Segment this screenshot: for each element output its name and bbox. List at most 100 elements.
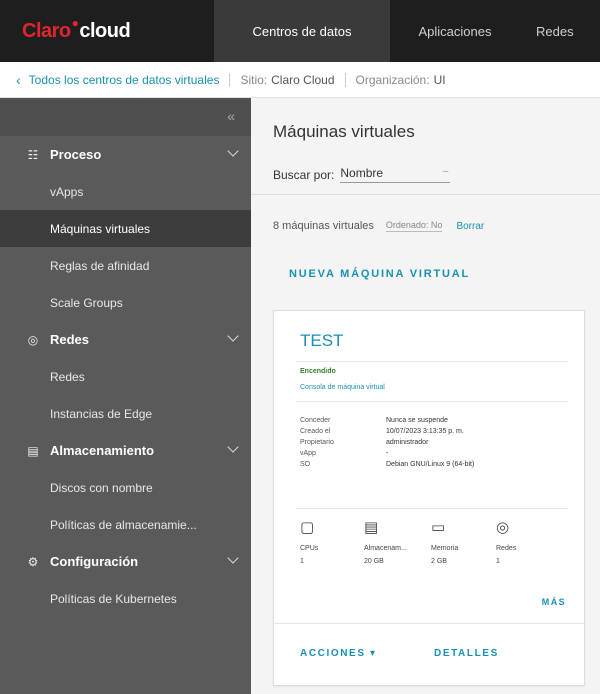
sidebar-section-label: Almacenamiento xyxy=(50,443,155,458)
sidebar-header: « xyxy=(0,98,251,136)
resource-value: 20 GB xyxy=(364,558,384,565)
property-row: vApp - xyxy=(300,448,572,459)
sidebar-item-vapps[interactable]: vApps xyxy=(0,173,251,210)
back-to-datacenters-link[interactable]: ‹ Todos los centros de datos virtuales xyxy=(16,72,219,88)
site-label: Sitio: xyxy=(240,72,268,87)
chevron-left-icon: ‹ xyxy=(16,71,21,88)
storage-icon: ▤ xyxy=(27,443,39,458)
network-icon: ◎ xyxy=(27,332,39,347)
new-virtual-machine-button[interactable]: NUEVA MÁQUINA VIRTUAL xyxy=(289,268,470,280)
organization-label: Organización: xyxy=(355,72,430,87)
dropdown-arrow-icon: – xyxy=(442,166,449,177)
divider xyxy=(296,508,568,509)
sort-select[interactable]: Ordenado: No xyxy=(385,220,443,232)
details-button[interactable]: DETALLES xyxy=(434,648,499,659)
vm-name-link[interactable]: TEST xyxy=(300,331,343,351)
top-bar: Claro ● cloud Centros de datos Aplicacio… xyxy=(0,0,600,62)
property-row: Propietario administrador xyxy=(300,437,572,448)
page-title: Máquinas virtuales xyxy=(273,122,415,141)
resource-label: Redes xyxy=(496,545,517,552)
vm-count: 8 máquinas virtuales xyxy=(273,220,374,232)
divider xyxy=(251,194,600,195)
actions-menu-button[interactable]: ACCIONES ▾ xyxy=(300,648,377,659)
divider xyxy=(274,623,584,624)
resource-value: 1 xyxy=(300,558,304,565)
sidebar: « ☷ Proceso vApps Máquinas virtuales Reg… xyxy=(0,98,251,694)
breadcrumb-divider xyxy=(344,72,346,87)
vm-status: Encendido xyxy=(300,368,336,375)
sidebar-item-scale-groups[interactable]: Scale Groups xyxy=(0,284,251,321)
property-value: 10/07/2023 3:13:35 p. m. xyxy=(386,428,464,435)
main-content: Máquinas virtuales Buscar por: Nombre – … xyxy=(251,98,600,694)
collapse-sidebar-icon[interactable]: « xyxy=(227,108,235,124)
resource-label: Almacenam... xyxy=(364,545,407,552)
resource-storage: ▤ Almacenam... 20 GB xyxy=(364,517,434,565)
property-key: Conceder xyxy=(300,417,331,424)
sidebar-section-label: Configuración xyxy=(50,554,139,569)
search-by-label: Buscar por: xyxy=(273,167,335,182)
organization-value: UI xyxy=(433,72,446,87)
sidebar-item-affinity-rules[interactable]: Reglas de afinidad xyxy=(0,247,251,284)
tab-networks[interactable]: Redes xyxy=(520,0,600,62)
property-value: Debian GNU/Linux 9 (64-bit) xyxy=(386,461,475,468)
resource-label: Memoria xyxy=(431,545,459,552)
sidebar-item-kubernetes-policies[interactable]: Políticas de Kubernetes xyxy=(0,580,251,617)
actions-label: ACCIONES xyxy=(300,648,366,659)
property-key: SO xyxy=(300,461,311,468)
gear-icon: ⚙ xyxy=(27,554,39,569)
vm-properties: Conceder Nunca se suspende Creado el 10/… xyxy=(300,415,572,470)
chevron-down-icon xyxy=(227,145,239,157)
sidebar-item-networks[interactable]: Redes xyxy=(0,358,251,395)
results-count-row: 8 máquinas virtuales Ordenado: No Borrar xyxy=(273,220,484,232)
property-row: Creado el 10/07/2023 3:13:35 p. m. xyxy=(300,426,572,437)
logo-product: cloud xyxy=(79,19,131,42)
sidebar-item-edge-instances[interactable]: Instancias de Edge xyxy=(0,395,251,432)
resource-label: CPUs xyxy=(300,545,319,552)
chevron-down-icon xyxy=(227,441,239,453)
claro-cloud-logo[interactable]: Claro ● cloud xyxy=(0,0,214,62)
property-value: Nunca se suspende xyxy=(386,417,448,424)
property-value: administrador xyxy=(386,439,429,446)
chevron-down-icon xyxy=(227,552,239,564)
sidebar-section-storage[interactable]: ▤ Almacenamiento xyxy=(0,432,251,469)
sidebar-item-virtual-machines[interactable]: Máquinas virtuales xyxy=(0,210,251,247)
search-by-row: Buscar por: Nombre – xyxy=(273,166,451,183)
sidebar-section-label: Redes xyxy=(50,332,90,347)
vm-card: TEST Encendido Consola de máquina virtua… xyxy=(273,310,585,686)
storage-icon: ▤ xyxy=(364,519,379,536)
search-by-value: Nombre xyxy=(340,166,384,180)
cpu-icon: ▢ xyxy=(300,519,315,536)
divider xyxy=(296,361,568,362)
more-button[interactable]: MÁS xyxy=(542,597,566,607)
resource-networks: ◎ Redes 1 xyxy=(496,517,566,565)
property-value: - xyxy=(386,450,389,457)
site-value: Claro Cloud xyxy=(271,72,335,87)
grid-icon: ☷ xyxy=(27,147,39,162)
logo-brand: Claro xyxy=(22,19,71,42)
property-key: Propietario xyxy=(300,439,334,446)
property-row: Conceder Nunca se suspende xyxy=(300,415,572,426)
clear-filters-link[interactable]: Borrar xyxy=(456,221,484,232)
resource-cpus: ▢ CPUs 1 xyxy=(300,517,370,565)
resource-value: 1 xyxy=(496,558,500,565)
vm-console-link[interactable]: Consola de máquina virtual xyxy=(300,384,385,391)
tab-data-centers[interactable]: Centros de datos xyxy=(214,0,390,62)
chevron-down-icon: ▾ xyxy=(369,648,377,659)
search-by-select[interactable]: Nombre – xyxy=(340,166,451,183)
logo-mark: ● xyxy=(71,16,79,30)
divider xyxy=(296,401,568,402)
breadcrumb: ‹ Todos los centros de datos virtuales S… xyxy=(0,62,600,98)
resource-value: 2 GB xyxy=(431,558,447,565)
property-key: vApp xyxy=(300,450,316,457)
sidebar-section-process[interactable]: ☷ Proceso xyxy=(0,136,251,173)
sidebar-section-configuration[interactable]: ⚙ Configuración xyxy=(0,543,251,580)
resource-memory: ▭ Memoria 2 GB xyxy=(431,517,501,565)
back-link-label: Todos los centros de datos virtuales xyxy=(28,72,220,87)
tab-applications[interactable]: Aplicaciones xyxy=(390,0,520,62)
breadcrumb-divider xyxy=(229,72,231,87)
sidebar-section-networks[interactable]: ◎ Redes xyxy=(0,321,251,358)
sidebar-item-named-disks[interactable]: Discos con nombre xyxy=(0,469,251,506)
sidebar-item-storage-policies[interactable]: Políticas de almacenamie... xyxy=(0,506,251,543)
memory-icon: ▭ xyxy=(431,519,446,536)
chevron-down-icon xyxy=(227,330,239,342)
